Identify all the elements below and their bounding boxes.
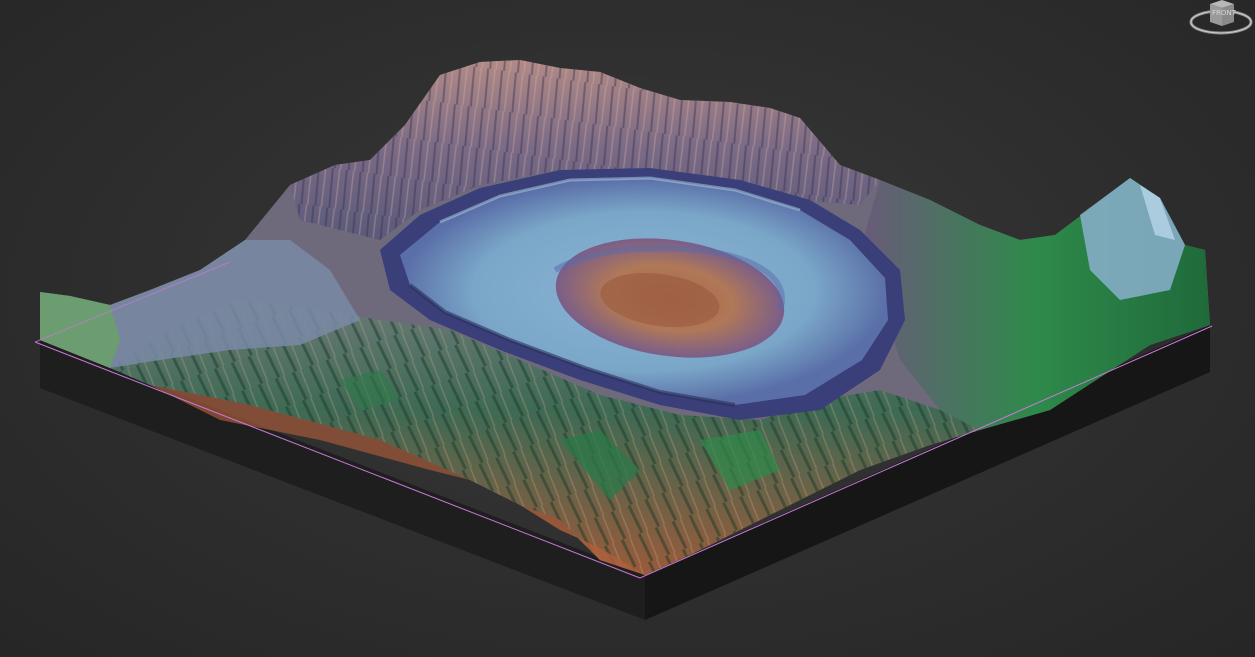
3d-viewport[interactable]: FRONT bbox=[0, 0, 1255, 657]
terrain-scene[interactable] bbox=[0, 0, 1255, 657]
viewcube-icon[interactable]: FRONT bbox=[1188, 0, 1255, 42]
viewcube-label-front: FRONT bbox=[1212, 9, 1237, 17]
